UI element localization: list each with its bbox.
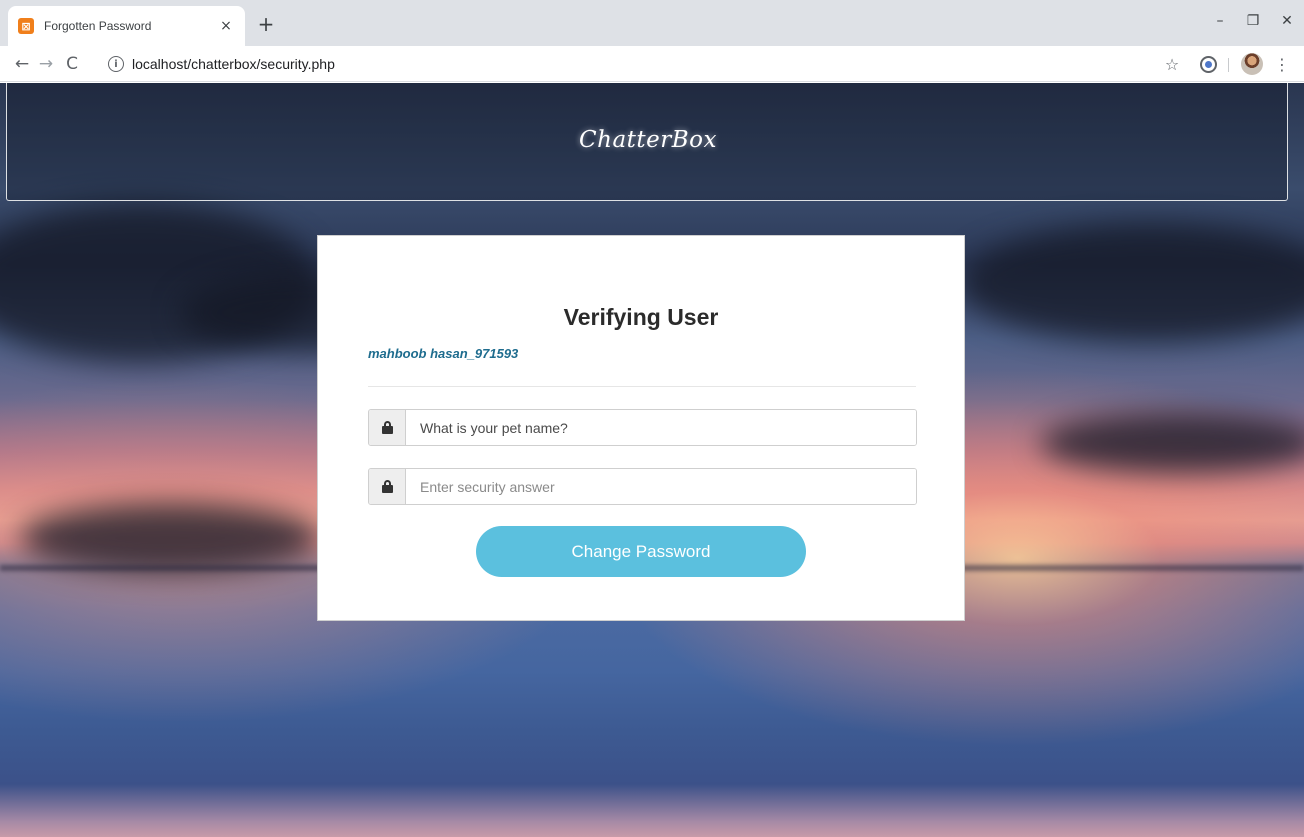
window-maximize-button[interactable]: ❐ — [1238, 8, 1268, 34]
site-info-icon[interactable]: i — [108, 56, 124, 72]
extension-icon[interactable] — [1196, 52, 1220, 76]
lock-icon — [381, 421, 393, 434]
back-arrow-icon[interactable]: ← — [10, 52, 34, 76]
background-cloud — [1040, 413, 1304, 473]
bookmark-star-icon[interactable]: ☆ — [1160, 52, 1184, 76]
security-answer-group — [368, 468, 917, 505]
profile-avatar-icon[interactable] — [1240, 52, 1264, 76]
security-question-group — [368, 409, 917, 446]
username-label: mahboob hasan_971593 — [368, 346, 519, 361]
answer-addon — [369, 469, 406, 504]
background-cloud — [960, 223, 1304, 343]
chatterbox-logo[interactable]: ChatterBox — [7, 127, 1289, 153]
address-bar[interactable]: i localhost/chatterbox/security.php — [108, 50, 1198, 78]
new-tab-button[interactable]: + — [254, 12, 278, 36]
xampp-favicon-icon: ⊠ — [18, 18, 34, 34]
verification-card: Verifying User mahboob hasan_971593 Chan… — [317, 235, 965, 621]
forward-arrow-icon[interactable]: → — [34, 52, 58, 76]
tab-close-icon[interactable]: × — [217, 17, 235, 35]
page-viewport: ChatterBox Verifying User mahboob hasan_… — [0, 83, 1304, 837]
lock-icon — [381, 480, 393, 493]
tab-title: Forgotten Password — [44, 19, 152, 33]
security-question-field[interactable] — [406, 410, 916, 445]
site-header: ChatterBox — [6, 83, 1288, 201]
browser-tabstrip: ⊠ Forgotten Password × + – ❐ ✕ — [0, 0, 1304, 46]
security-answer-input[interactable] — [406, 469, 916, 504]
browser-tab[interactable]: ⊠ Forgotten Password × — [8, 6, 245, 46]
url-text: localhost/chatterbox/security.php — [132, 56, 335, 72]
question-addon — [369, 410, 406, 445]
reload-icon[interactable]: C — [60, 52, 84, 76]
background-cloud — [20, 503, 320, 573]
window-close-button[interactable]: ✕ — [1272, 8, 1302, 34]
window-minimize-button[interactable]: – — [1205, 8, 1235, 34]
browser-menu-icon[interactable]: ⋮ — [1270, 52, 1294, 76]
browser-toolbar: ← → C i localhost/chatterbox/security.ph… — [0, 46, 1304, 82]
toolbar-divider — [1228, 58, 1229, 72]
card-divider — [368, 386, 916, 387]
change-password-button[interactable]: Change Password — [476, 526, 806, 577]
page-title: Verifying User — [563, 304, 719, 330]
